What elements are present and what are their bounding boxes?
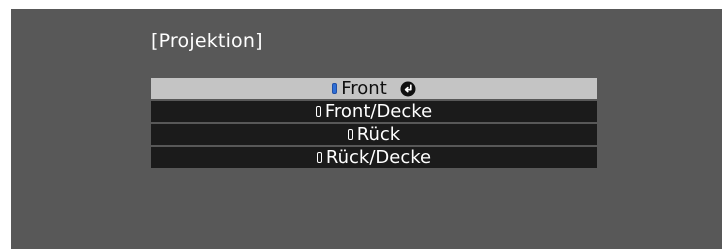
option-rueck-decke[interactable]: Rück/Decke — [151, 147, 597, 168]
option-front-decke-content: Front/Decke — [315, 101, 433, 122]
option-rueck-decke-content: Rück/Decke — [316, 147, 432, 168]
option-front-content: Front — [332, 78, 416, 99]
option-label: Front — [341, 78, 387, 99]
menu-title: [Projektion] — [151, 30, 263, 52]
option-rueck[interactable]: Rück — [151, 124, 597, 145]
option-label: Rück — [356, 124, 401, 145]
radio-icon — [316, 152, 322, 163]
option-front-decke[interactable]: Front/Decke — [151, 101, 597, 122]
option-label: Front/Decke — [324, 101, 433, 122]
projector-osd-screen: [Projektion] Front Front/Decke Rück Rück… — [11, 9, 722, 249]
radio-icon — [347, 129, 353, 140]
option-front[interactable]: Front — [151, 78, 597, 99]
enter-icon — [400, 81, 416, 97]
projection-option-list: Front Front/Decke Rück Rück/Decke — [151, 78, 597, 168]
radio-selected-icon — [332, 83, 338, 94]
option-rueck-content: Rück — [347, 124, 401, 145]
option-label: Rück/Decke — [325, 147, 432, 168]
radio-icon — [315, 106, 321, 117]
enter-icon-graphic — [400, 81, 416, 96]
